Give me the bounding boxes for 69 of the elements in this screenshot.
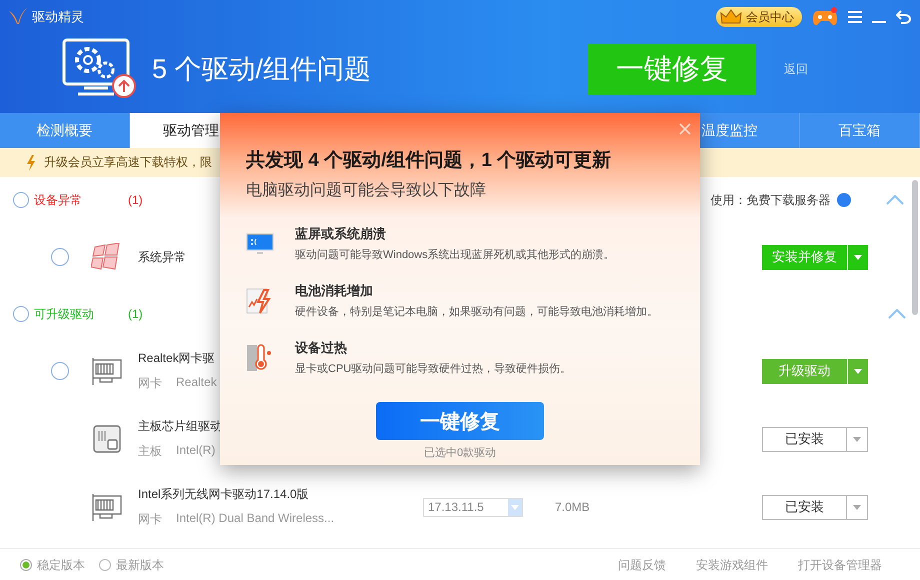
motherboard-icon — [93, 425, 121, 453]
gamepad-icon[interactable] — [812, 7, 838, 27]
caret-icon — [511, 504, 519, 510]
row-select-circle[interactable] — [51, 248, 69, 266]
driver-name: 系统异常 — [138, 248, 186, 266]
driver-action-button[interactable]: 已安装 — [762, 494, 868, 520]
fault-description: 硬件设备，特别是笔记本电脑，如果驱动有问题，可能导致电池消耗增加。 — [295, 304, 658, 319]
driver-category: 网卡 — [138, 375, 162, 392]
close-icon[interactable] — [679, 123, 691, 135]
thermometer-icon — [246, 344, 274, 372]
driver-action-button[interactable]: 已安装 — [762, 426, 868, 452]
vip-center-button[interactable]: 会员中心 — [716, 7, 802, 27]
version-dropdown[interactable]: 17.13.11.5 — [423, 498, 523, 516]
app-title: 驱动精灵 — [32, 8, 84, 26]
driver-detail: Intel(R) Dual Band Wireless... — [176, 511, 334, 527]
back-link[interactable]: 返回 — [784, 60, 808, 78]
driver-action-button[interactable]: 安装并修复 — [762, 244, 868, 270]
dialog-fix-button[interactable]: 一键修复 — [376, 402, 544, 440]
caret-icon — [854, 368, 862, 374]
collapse-chevron-icon[interactable] — [888, 309, 906, 319]
version-label: 最新版本 — [116, 556, 164, 574]
dialog-subtitle: 电脑驱动问题可能会导致以下故障 — [246, 180, 487, 201]
fault-description: 驱动问题可能导致Windows系统出现蓝屏死机或其他形式的崩溃。 — [295, 248, 615, 262]
caret-icon — [854, 254, 862, 260]
promo-text: 升级会员立享高速下载特权，限 — [44, 154, 212, 171]
collapse-chevron-icon[interactable] — [886, 195, 904, 205]
group-select-circle[interactable] — [13, 306, 29, 322]
caret-icon — [853, 436, 861, 442]
scrollbar[interactable] — [912, 180, 918, 315]
one-click-fix-button[interactable]: 一键修复 — [588, 44, 756, 94]
lightning-icon — [26, 154, 36, 170]
issue-count-title: 5 个驱动/组件问题 — [152, 53, 372, 86]
version-label: 稳定版本 — [37, 556, 85, 574]
network-card-icon — [92, 492, 122, 522]
fault-title: 蓝屏或系统崩溃 — [295, 225, 387, 243]
version-radio[interactable] — [20, 559, 32, 571]
group-title: 设备异常 — [34, 192, 83, 208]
footer-link[interactable]: 问题反馈 — [618, 556, 666, 574]
network-card-icon — [92, 356, 122, 386]
dialog-title: 共发现 4 个驱动/组件问题，1 个驱动可更新 — [246, 148, 612, 173]
group-title: 可升级驱动 — [34, 306, 95, 322]
footer-link[interactable]: 打开设备管理器 — [798, 556, 882, 574]
group-count: (1) — [128, 307, 143, 321]
help-icon[interactable] — [836, 193, 851, 207]
server-note: 使用：免费下载服务器 — [710, 192, 832, 208]
fault-title: 设备过热 — [295, 339, 348, 357]
row-select-circle[interactable] — [51, 362, 69, 380]
driver-size: 7.0MB — [555, 500, 591, 514]
menu-icon[interactable] — [848, 11, 862, 23]
fault-description: 显卡或CPU驱动问题可能导致硬件过热，导致硬件损伤。 — [295, 362, 572, 376]
footer-link[interactable]: 安装游戏组件 — [696, 556, 768, 574]
driver-action-button[interactable]: 升级驱动 — [762, 358, 868, 384]
group-select-circle[interactable] — [13, 192, 29, 208]
driver-detail: Intel(R) — [176, 443, 216, 459]
driver-category: 网卡 — [138, 511, 162, 528]
fault-title: 电池消耗增加 — [295, 282, 374, 300]
version-radio[interactable] — [99, 559, 111, 571]
driver-name: Intel系列无线网卡驱动17.14.0版 — [138, 486, 309, 503]
driver-name: Realtek网卡驱 — [138, 350, 215, 367]
driver-category: 主板 — [138, 443, 162, 460]
caret-icon — [853, 504, 861, 510]
monitor-gears-icon — [62, 38, 138, 100]
back-icon[interactable] — [896, 10, 912, 24]
group-count: (1) — [128, 193, 143, 207]
app-logo-icon — [8, 8, 28, 26]
driver-detail: Realtek — [176, 375, 217, 391]
crashed-monitor-icon — [246, 232, 274, 256]
selected-count-note: 已选中0款驱动 — [424, 446, 496, 460]
crown-icon — [720, 9, 742, 25]
